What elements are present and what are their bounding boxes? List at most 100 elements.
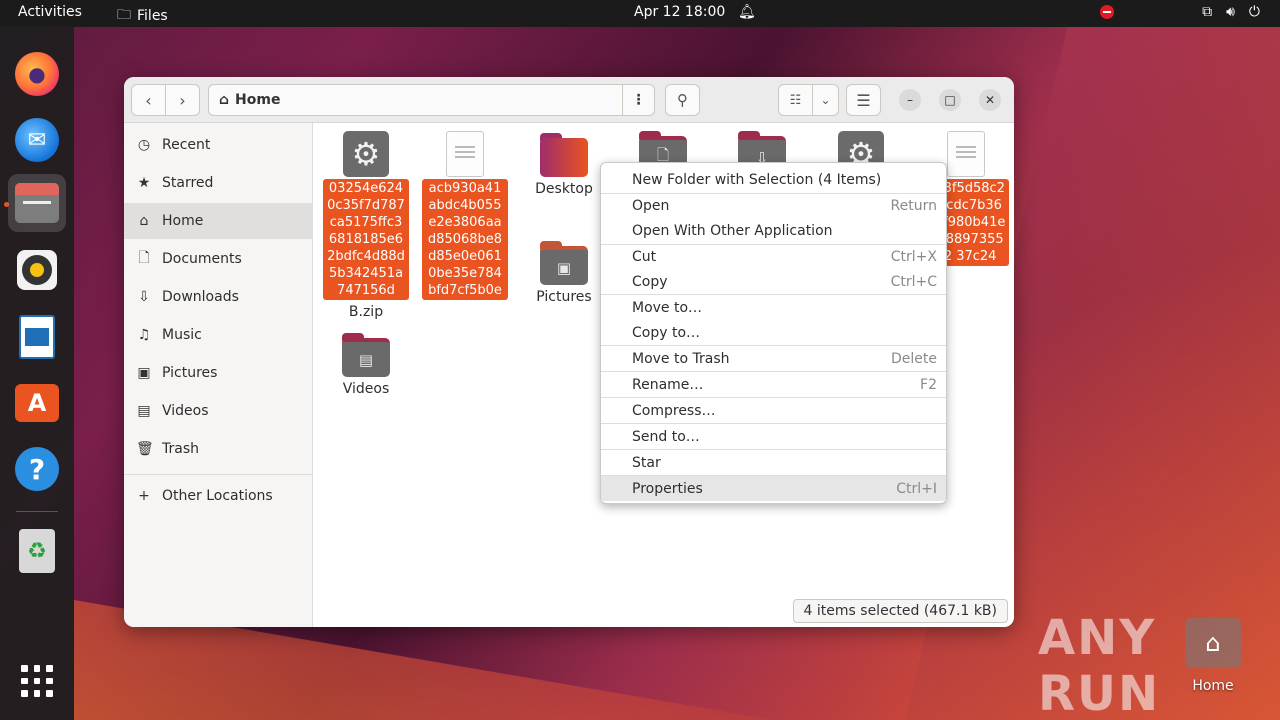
rhythmbox-icon[interactable] <box>8 241 66 299</box>
menu-item-copy[interactable]: Copy Ctrl+C <box>601 269 946 294</box>
bell-icon[interactable]: 🔔︎ <box>738 4 756 20</box>
file-label-rest: B.zip <box>348 304 384 320</box>
thunderbird-icon[interactable]: ✉ <box>8 111 66 169</box>
trash-icon[interactable]: ♻ <box>8 522 66 580</box>
menu-item-move-to-trash[interactable]: Move to Trash Delete <box>601 346 946 371</box>
volume-icon: 🔊︎ <box>1226 4 1235 20</box>
menu-item-star[interactable]: Star <box>601 450 946 475</box>
menu-accelerator: Ctrl+X <box>890 248 937 265</box>
menu-item-label: Copy <box>632 273 668 290</box>
menu-accelerator: Ctrl+I <box>896 480 937 497</box>
folder-pictures[interactable]: ▣ Pictures <box>519 241 609 306</box>
search-button[interactable]: ⚲ <box>665 84 700 116</box>
menu-item-label: Move to Trash <box>632 350 730 367</box>
chevron-left-icon: ‹ <box>145 90 152 110</box>
sidebar-separator <box>124 474 313 475</box>
download-icon: ⇩ <box>138 289 150 305</box>
sidebar-item-downloads[interactable]: ⇩ Downloads <box>124 279 313 315</box>
menu-accelerator: Delete <box>891 350 937 367</box>
view-options-button[interactable]: ⌄ <box>812 84 839 116</box>
app-menu[interactable]: 🗀 Files <box>117 4 168 28</box>
menu-item-send-to[interactable]: Send to… <box>601 424 946 449</box>
search-icon: ⚲ <box>677 91 688 109</box>
sidebar-item-other-locations[interactable]: + Other Locations <box>124 478 313 514</box>
app-grid-icon[interactable] <box>8 652 66 710</box>
dock-separator <box>16 511 58 512</box>
sidebar-item-label: Music <box>162 327 202 343</box>
activities-button[interactable]: Activities <box>18 4 82 20</box>
file-item[interactable]: acb930a41abdc4b055e2e3806aad85068be8d85e… <box>420 131 510 300</box>
menu-item-new-folder-with-selection[interactable]: New Folder with Selection (4 Items) <box>601 167 946 192</box>
menu-item-open[interactable]: Open Return <box>601 193 946 218</box>
video-icon: ▤ <box>358 350 374 369</box>
sidebar-item-music[interactable]: ♫ Music <box>124 317 313 353</box>
menu-item-move-to[interactable]: Move to… <box>601 295 946 320</box>
list-icon: ☷ <box>789 92 802 108</box>
path-menu-button[interactable]: ⋮ <box>622 85 654 115</box>
file-item[interactable]: ⚙ 03254e6240c35f7d787ca5175ffc36818185e6… <box>321 131 411 321</box>
help-icon[interactable]: ? <box>8 440 66 498</box>
system-tray[interactable]: ⧉ 🔊︎ ⏻ <box>1100 4 1260 20</box>
main-menu-button[interactable]: ☰ <box>846 84 881 116</box>
home-icon: ⌂ <box>219 92 230 108</box>
menu-item-label: Cut <box>632 248 657 265</box>
home-icon: ⌂ <box>139 213 149 229</box>
software-icon[interactable]: A <box>8 374 66 432</box>
trash-icon: 🗑︎ <box>136 441 154 457</box>
home-folder-icon: ⌂ <box>1185 618 1241 668</box>
close-button[interactable]: ✕ <box>979 89 1001 111</box>
sidebar-item-recent[interactable]: ◷ Recent <box>124 127 313 163</box>
sidebar-item-starred[interactable]: ★ Starred <box>124 165 313 201</box>
sidebar-item-pictures[interactable]: ▣ Pictures <box>124 355 313 391</box>
status-bar: 4 items selected (467.1 kB) <box>792 599 1008 623</box>
kebab-icon: ⋮ <box>631 92 646 108</box>
plus-icon: + <box>138 488 150 504</box>
file-label: Desktop <box>535 181 593 197</box>
back-button[interactable]: ‹ <box>131 84 166 116</box>
menu-item-open-with[interactable]: Open With Other Application <box>601 218 946 243</box>
libreoffice-writer-icon[interactable] <box>8 308 66 366</box>
folder-desktop[interactable]: Desktop <box>519 133 609 198</box>
sidebar-item-documents[interactable]: 🗋 Documents <box>124 241 313 277</box>
menu-item-rename[interactable]: Rename… F2 <box>601 372 946 397</box>
menu-item-label: Open <box>632 197 670 214</box>
text-file-icon <box>446 131 484 177</box>
path-bar[interactable]: ⌂ Home ⋮ <box>208 84 655 116</box>
menu-item-label: Send to… <box>632 428 700 445</box>
files-icon[interactable] <box>8 174 66 232</box>
clock[interactable]: Apr 12 18:00 <box>634 4 725 20</box>
menu-item-cut[interactable]: Cut Ctrl+X <box>601 244 946 269</box>
picture-icon: ▣ <box>556 258 572 277</box>
file-label: Videos <box>342 381 390 397</box>
recording-icon <box>1100 5 1115 19</box>
sidebar-item-trash[interactable]: 🗑︎ Trash <box>124 431 313 467</box>
maximize-button[interactable]: □ <box>939 89 961 111</box>
forward-button[interactable]: › <box>165 84 200 116</box>
top-bar: Activities 🗀 Files Apr 12 18:00 🔔︎ ⧉ 🔊︎ … <box>0 0 1280 27</box>
menu-item-copy-to[interactable]: Copy to… <box>601 320 946 345</box>
folder-videos[interactable]: ▤ Videos <box>321 333 411 398</box>
menu-item-label: Star <box>632 454 661 471</box>
menu-item-label: New Folder with Selection (4 Items) <box>632 171 882 188</box>
hamburger-icon: ☰ <box>856 90 871 110</box>
menu-item-properties[interactable]: Properties Ctrl+I <box>601 476 946 501</box>
context-menu: New Folder with Selection (4 Items) Open… <box>600 162 947 504</box>
sidebar-item-label: Trash <box>162 441 199 457</box>
dock: ● ✉ A ? ♻ <box>0 27 74 720</box>
minimize-icon: – <box>907 93 913 107</box>
desktop-home-folder[interactable]: ⌂ Home <box>1183 618 1243 694</box>
sidebar-item-videos[interactable]: ▤ Videos <box>124 393 313 429</box>
header-bar: ‹ › ⌂ Home ⋮ ⚲ ☷ ⌄ ☰ – □ ✕ <box>124 77 1014 123</box>
sidebar-item-label: Videos <box>162 403 209 419</box>
path-label: Home <box>235 92 281 108</box>
minimize-button[interactable]: – <box>899 89 921 111</box>
menu-item-compress[interactable]: Compress… <box>601 398 946 423</box>
sidebar-item-home[interactable]: ⌂ Home <box>124 203 313 239</box>
list-view-button[interactable]: ☷ <box>778 84 813 116</box>
star-icon: ★ <box>137 175 151 191</box>
menu-accelerator: Ctrl+C <box>890 273 937 290</box>
file-label: 03254e6240c35f7d787ca5175ffc36818185e62b… <box>323 179 409 300</box>
firefox-icon[interactable]: ● <box>8 45 66 103</box>
folder-icon <box>540 133 588 177</box>
chevron-down-icon: ⌄ <box>820 93 831 107</box>
